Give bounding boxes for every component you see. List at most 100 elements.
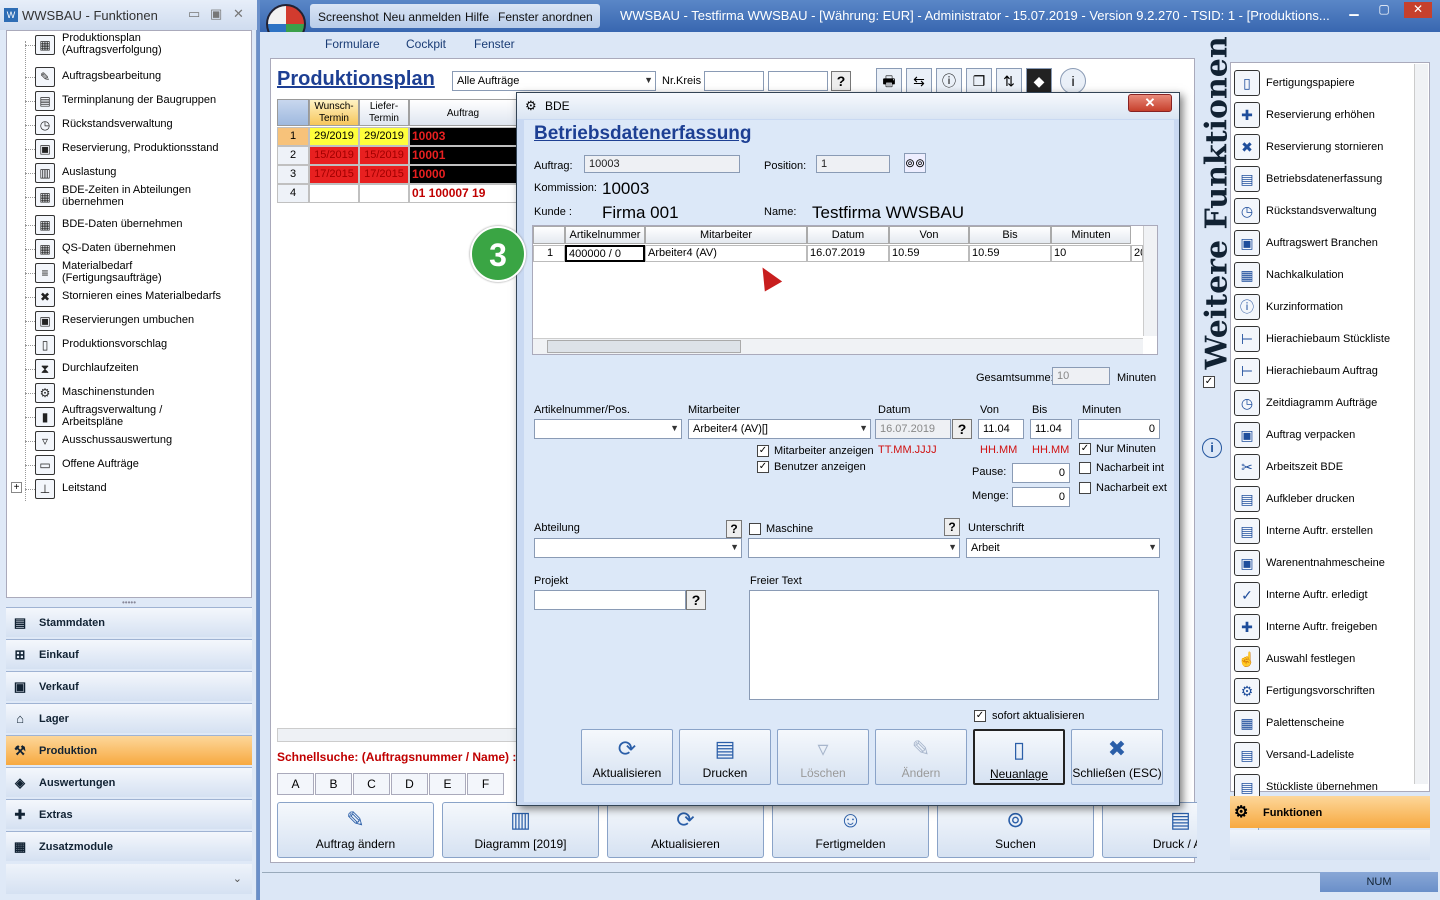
menu-formulare[interactable]: Formulare [325, 37, 380, 51]
tree-item[interactable]: ⊥ Leitstand + [7, 477, 252, 501]
right-function-item[interactable]: ✚ Interne Auftr. freigeben [1231, 611, 1417, 643]
letter-filter-b[interactable]: B [315, 773, 352, 795]
tree-item[interactable]: ▥ Auslastung [7, 161, 252, 185]
cell-minuten[interactable]: 10 [1051, 245, 1131, 262]
mitarbeiter-select[interactable]: Arbeiter4 (AV)[] ▼ [688, 419, 871, 439]
letter-filter-c[interactable]: C [353, 773, 390, 795]
right-function-item[interactable]: ◷ Zeitdiagramm Aufträge [1231, 387, 1417, 419]
printer-icon[interactable]: 🖶 [876, 68, 902, 94]
dialog-button-2[interactable]: ▤ Drucken [679, 729, 771, 785]
cell-auftrag[interactable]: 10003 [409, 127, 517, 146]
grid-horizontal-scrollbar[interactable] [533, 338, 1143, 354]
cell-bis[interactable]: 10.59 [969, 245, 1051, 262]
cell-extra[interactable]: 20 [1131, 245, 1143, 262]
tree-item[interactable]: ▤ Terminplanung der Baugruppen [7, 89, 252, 113]
grid-row-number[interactable]: 2 [277, 146, 309, 165]
cell-auftrag[interactable]: 10000 [409, 165, 517, 184]
action-button-1[interactable]: ✎ Auftrag ändern [277, 802, 434, 858]
menu-fenster[interactable]: Fenster [474, 37, 515, 51]
close-icon[interactable]: ✕ [233, 6, 244, 22]
col-liefer-termin[interactable]: Liefer-Termin [359, 99, 409, 126]
cell-liefer[interactable]: 17/2015 [359, 165, 409, 184]
right-function-item[interactable]: ▯ Fertigungspapiere [1231, 67, 1417, 99]
nacharbeit-int-checkbox[interactable] [1079, 462, 1091, 474]
right-function-item[interactable]: ▤ Versand-Ladeliste [1231, 739, 1417, 771]
bis-field[interactable]: 11.04 [1030, 419, 1072, 439]
position-field[interactable]: 1 [816, 155, 890, 173]
benutzer-anzeigen-checkbox[interactable]: ✓ [757, 461, 769, 473]
artikel-select[interactable]: ▼ [534, 419, 682, 439]
tree-item[interactable]: ✎ Auftragsbearbeitung [7, 65, 252, 89]
nav-einkauf[interactable]: ⊞ Einkauf [6, 639, 252, 669]
cell-auftrag[interactable]: 01 100007 19 [409, 184, 517, 203]
right-function-item[interactable]: ⊢ Hierachiebaum Auftrag [1231, 355, 1417, 387]
cell-auftrag[interactable]: 10001 [409, 146, 517, 165]
nacharbeit-ext-checkbox[interactable] [1079, 482, 1091, 494]
dialog-close-button[interactable]: ✕ [1128, 94, 1172, 112]
grid-header-minuten[interactable]: Minuten [1051, 226, 1131, 244]
datum-field[interactable]: 16.07.2019 [875, 419, 951, 439]
nav-verkauf[interactable]: ▣ Verkauf [6, 671, 252, 701]
right-function-item[interactable]: ▣ Auftragswert Branchen [1231, 227, 1417, 259]
help-question-icon[interactable]: ? [831, 71, 851, 91]
order-filter-select[interactable]: Alle Aufträge ▼ [452, 71, 656, 91]
expand-icon[interactable]: ◆ [1026, 68, 1052, 94]
info-icon[interactable]: i [1202, 438, 1222, 458]
quick-neu-anmelden[interactable]: Neu anmelden [383, 10, 461, 24]
right-function-item[interactable]: ☝ Auswahl festlegen [1231, 643, 1417, 675]
right-function-item[interactable]: ▦ Palettenscheine [1231, 707, 1417, 739]
help-question-icon[interactable]: ? [686, 590, 706, 610]
nav-overflow[interactable]: ⌄ [6, 864, 252, 894]
cell-wunsch[interactable]: 15/2019 [309, 146, 359, 165]
right-function-item[interactable]: ▦ Nachkalkulation [1231, 259, 1417, 291]
letter-filter-e[interactable]: E [429, 773, 466, 795]
info-doc-icon[interactable]: ⓘ [936, 68, 962, 94]
tree-item[interactable]: ▦ BDE-Zeiten in Abteilungen übernehmen [7, 184, 252, 209]
von-field[interactable]: 11.04 [978, 419, 1024, 439]
mitarbeiter-anzeigen-checkbox[interactable]: ✓ [757, 445, 769, 457]
nav-extras[interactable]: ✚ Extras [6, 799, 252, 829]
copy-icon[interactable]: ❐ [966, 68, 992, 94]
tree-item[interactable]: ▦ BDE-Daten übernehmen [7, 213, 252, 237]
col-auftrag[interactable]: Auftrag [409, 99, 517, 126]
menge-field[interactable]: 0 [1012, 487, 1070, 507]
cell-artikel[interactable]: 400000 / 0 [565, 245, 645, 262]
auftrag-field[interactable]: 10003 [584, 155, 740, 173]
right-function-item[interactable]: ▤ Interne Auftr. erstellen [1231, 515, 1417, 547]
splitter-handle[interactable]: ••••• [6, 598, 252, 607]
grid-header-mitarbeiter[interactable]: Mitarbeiter [645, 226, 807, 244]
close-icon[interactable]: ✕ [1404, 2, 1432, 18]
right-scrollbar[interactable] [1414, 64, 1428, 784]
menu-cockpit[interactable]: Cockpit [406, 37, 446, 51]
help-question-icon[interactable]: ? [726, 520, 742, 538]
freier-text-area[interactable] [749, 590, 1159, 700]
dialog-button-5[interactable]: ▯ Neuanlage [973, 729, 1065, 785]
right-function-item[interactable]: ✂ Arbeitszeit BDE [1231, 451, 1417, 483]
export-icon[interactable]: ⇆ [906, 68, 932, 94]
minimize-icon[interactable]: ▁ [1340, 2, 1368, 18]
maximize-icon[interactable]: ▢ [1370, 2, 1398, 18]
maximize-icon[interactable]: ▣ [210, 6, 222, 22]
grid-row-number[interactable]: 4 [277, 184, 309, 203]
grid-header-bis[interactable]: Bis [969, 226, 1051, 244]
tree-item[interactable]: ▦ QS-Daten übernehmen [7, 237, 252, 261]
nav-auswertungen[interactable]: ◈ Auswertungen [6, 767, 252, 797]
cell-liefer[interactable]: 29/2019 [359, 127, 409, 146]
scroll-thumb[interactable] [547, 340, 741, 353]
grid-row-number[interactable]: 1 [277, 127, 309, 146]
cell-wunsch[interactable]: 17/2015 [309, 165, 359, 184]
expand-icon[interactable]: + [11, 482, 22, 493]
unterschrift-select[interactable]: Arbeit ▼ [966, 538, 1160, 558]
quick-hilfe[interactable]: Hilfe [465, 10, 489, 24]
tree-item[interactable]: ≡ Materialbedarf (Fertigungsaufträge) [7, 260, 252, 285]
maschine-checkbox[interactable] [749, 523, 761, 535]
binoculars-icon[interactable]: ⊚⊚ [904, 153, 926, 173]
sort-icon[interactable]: ⇅ [996, 68, 1022, 94]
tree-item[interactable]: ▣ Reservierungen umbuchen [7, 309, 252, 333]
right-function-item[interactable]: ✖ Reservierung stornieren [1231, 131, 1417, 163]
horizontal-scrollbar[interactable] [277, 728, 517, 742]
cell-wunsch[interactable] [309, 184, 359, 203]
nur-minuten-checkbox[interactable]: ✓ [1079, 443, 1091, 455]
grid-header-datum[interactable]: Datum [807, 226, 889, 244]
dialog-button-1[interactable]: ⟳ Aktualisieren [581, 729, 673, 785]
